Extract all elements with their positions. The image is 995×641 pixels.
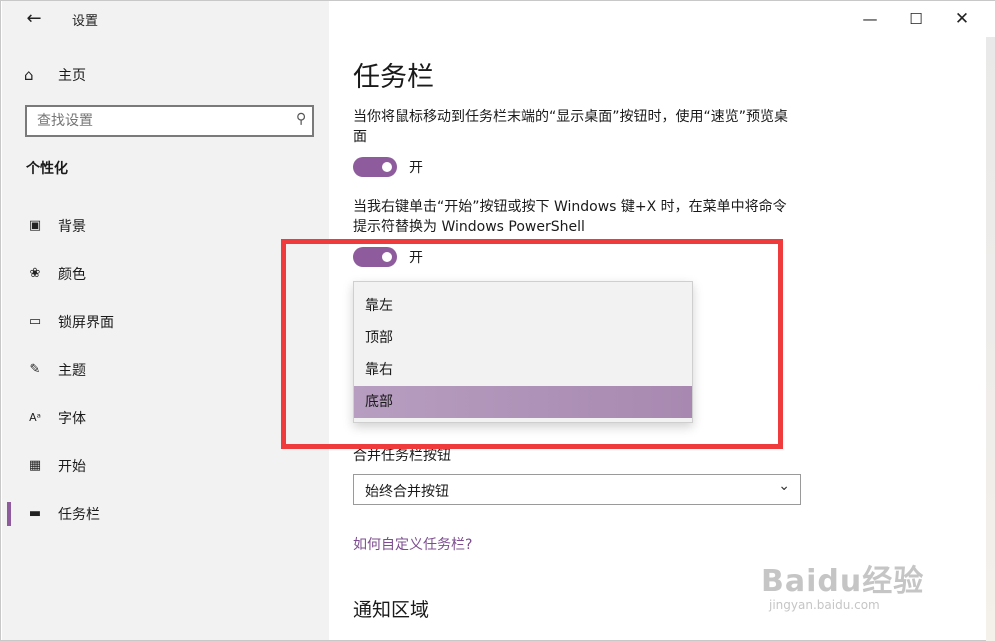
minimize-button[interactable]: —: [847, 5, 893, 33]
sidebar-item-label: 锁屏界面: [58, 315, 114, 331]
font-icon: Aᵃ: [29, 411, 41, 424]
sidebar-item-taskbar[interactable]: ▬ 任务栏: [2, 496, 329, 532]
peek-toggle[interactable]: [353, 157, 397, 177]
sidebar-item-colors[interactable]: ❀ 颜色: [2, 256, 329, 292]
theme-icon: ✎: [29, 362, 41, 377]
toggle-state-label: 开: [409, 160, 423, 176]
sidebar: ← 设置 ⌂ 主页 ⚲ 个性化 ▣ 背景 ❀ 颜色 ▭ 锁屏界面 ✎ 主题: [2, 1, 329, 640]
sidebar-item-label: 主页: [58, 68, 86, 84]
watermark-logo: Baidu经验: [761, 564, 925, 599]
taskbar-icon: ▬: [28, 506, 42, 521]
watermark-url: jingyan.baidu.com: [769, 598, 880, 612]
search-box[interactable]: ⚲: [25, 105, 314, 137]
home-icon: ⌂: [24, 66, 34, 84]
lockscreen-icon: ▭: [28, 314, 42, 329]
sidebar-item-label: 开始: [58, 459, 86, 475]
close-button[interactable]: ✕: [939, 5, 985, 33]
sidebar-item-label: 字体: [58, 411, 86, 427]
sidebar-item-start[interactable]: ▦ 开始: [2, 448, 329, 484]
sidebar-item-label: 背景: [58, 219, 86, 235]
sidebar-item-label: 任务栏: [58, 507, 100, 523]
title-bar: ← 设置: [2, 1, 329, 37]
peek-toggle-row: 开: [353, 156, 423, 178]
maximize-button[interactable]: ☐: [893, 5, 939, 33]
sidebar-item-fonts[interactable]: Aᵃ 字体: [2, 400, 329, 436]
sidebar-item-themes[interactable]: ✎ 主题: [2, 352, 329, 388]
start-icon: ▦: [28, 458, 42, 473]
combine-select[interactable]: 始终合并按钮 ⌄: [353, 474, 801, 505]
sidebar-item-lockscreen[interactable]: ▭ 锁屏界面: [2, 304, 329, 340]
chevron-down-icon: ⌄: [778, 478, 790, 494]
search-icon[interactable]: ⚲: [296, 111, 306, 127]
annotation-rectangle: [281, 239, 783, 449]
combine-select-value: 始终合并按钮: [365, 484, 449, 500]
search-input[interactable]: [27, 107, 267, 135]
background-edge: [986, 37, 995, 641]
palette-icon: ❀: [29, 266, 41, 281]
sidebar-item-label: 颜色: [58, 267, 86, 283]
toggle-knob: [382, 162, 392, 172]
help-link[interactable]: 如何自定义任务栏?: [353, 534, 472, 554]
sidebar-item-background[interactable]: ▣ 背景: [2, 208, 329, 244]
sidebar-item-home[interactable]: ⌂ 主页: [24, 63, 86, 87]
sidebar-item-label: 主题: [58, 363, 86, 379]
picture-icon: ▣: [28, 218, 42, 233]
peek-description: 当你将鼠标移动到任务栏末端的“显示桌面”按钮时，使用“速览”预览桌面: [353, 109, 789, 145]
notification-area-heading: 通知区域: [353, 599, 430, 621]
watermark: Baidu经验 jingyan.baidu.com: [761, 556, 951, 626]
back-arrow-icon[interactable]: ←: [22, 7, 46, 31]
page-title: 任务栏: [353, 62, 434, 93]
app-title: 设置: [72, 14, 99, 29]
powershell-description: 当我右键单击“开始”按钮或按下 Windows 键+X 时，在菜单中将命令提示符…: [353, 199, 787, 235]
settings-window: ← 设置 ⌂ 主页 ⚲ 个性化 ▣ 背景 ❀ 颜色 ▭ 锁屏界面 ✎ 主题: [0, 0, 995, 641]
section-heading: 个性化: [26, 161, 68, 177]
